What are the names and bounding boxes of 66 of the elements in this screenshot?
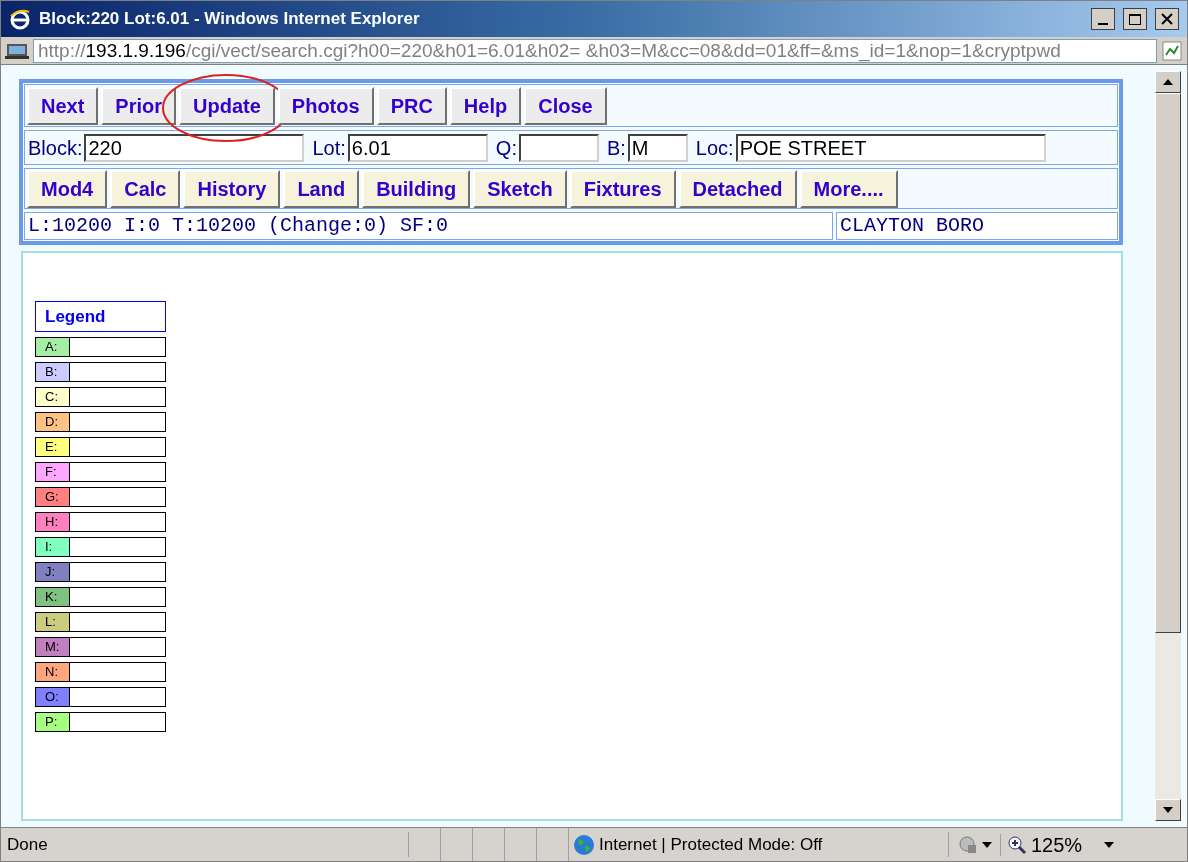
- module-button[interactable]: History: [183, 169, 281, 208]
- nav-button[interactable]: Help: [449, 86, 522, 125]
- module-button[interactable]: More....: [799, 169, 898, 208]
- legend-swatch: C:: [36, 388, 70, 406]
- legend-swatch: N:: [36, 663, 70, 681]
- field-label: Lot:: [312, 135, 346, 161]
- module-button[interactable]: Sketch: [473, 169, 567, 208]
- module-button[interactable]: Building: [362, 169, 471, 208]
- globe-icon: [573, 833, 595, 856]
- nav-button[interactable]: Update: [179, 86, 275, 125]
- legend-swatch: A:: [36, 338, 70, 356]
- caret-icon[interactable]: [1104, 841, 1115, 848]
- legend-swatch: P:: [36, 713, 70, 731]
- module-button[interactable]: Detached: [678, 169, 797, 208]
- legend-swatch: E:: [36, 438, 70, 456]
- status-text: Done: [1, 831, 409, 858]
- legend-swatch: I:: [36, 538, 70, 556]
- nav-button[interactable]: PRC: [376, 86, 447, 125]
- field-label: Q:: [495, 135, 517, 161]
- legend-swatch: B:: [36, 363, 70, 381]
- legend-swatch: J:: [36, 563, 70, 581]
- legend-swatch: K:: [36, 588, 70, 606]
- close-icon: [1161, 13, 1173, 25]
- nav-button[interactable]: Photos: [277, 86, 374, 125]
- text-field[interactable]: 220: [84, 133, 305, 162]
- legend-title: Legend: [35, 301, 166, 332]
- nav-button[interactable]: Next: [27, 86, 99, 125]
- security-zone-text: Internet | Protected Mode: Off: [599, 833, 823, 856]
- legend-swatch: F:: [36, 463, 70, 481]
- field-label: Block:: [28, 135, 83, 161]
- module-button[interactable]: Mod4: [27, 169, 108, 208]
- scroll-down-button[interactable]: [1155, 799, 1181, 821]
- text-field[interactable]: [518, 133, 599, 162]
- text-field[interactable]: POE STREET: [735, 133, 1046, 162]
- browser-logo-icon: [9, 8, 31, 30]
- maximize-button[interactable]: [1123, 8, 1147, 30]
- field-label: B:: [606, 135, 626, 161]
- up-arrow-icon: [1163, 79, 1173, 85]
- vertical-scrollbar[interactable]: [1155, 71, 1181, 821]
- zoom-icon[interactable]: [1007, 834, 1027, 855]
- zoom-level-text: 125%: [1031, 832, 1083, 858]
- legend-swatch: G:: [36, 488, 70, 506]
- legend-swatch: H:: [36, 513, 70, 531]
- module-button[interactable]: Land: [283, 169, 360, 208]
- legend-swatch: L:: [36, 613, 70, 631]
- municipality-text: CLAYTON BORO: [836, 212, 1118, 240]
- nav-button[interactable]: Close: [524, 86, 607, 125]
- legend-swatch: D:: [36, 413, 70, 431]
- text-field[interactable]: 6.01: [347, 133, 488, 162]
- module-button[interactable]: Fixtures: [569, 169, 676, 208]
- legend-swatch: M:: [36, 638, 70, 656]
- close-button[interactable]: [1155, 8, 1179, 30]
- scroll-up-button[interactable]: [1155, 71, 1181, 93]
- text-field[interactable]: M: [627, 133, 688, 162]
- legend-swatch: O:: [36, 688, 70, 706]
- minimize-button[interactable]: [1091, 8, 1115, 30]
- summary-text: L:10200 I:0 T:10200 (Change:0) SF:0: [24, 212, 833, 240]
- nav-button[interactable]: Prior: [101, 86, 177, 125]
- scroll-thumb[interactable]: [1155, 93, 1181, 633]
- module-button[interactable]: Calc: [110, 169, 181, 208]
- address-field[interactable]: http://193.1.9.196/cgi/vect/search.cgi?h00=220&h01=6.01&h02= &h03=M&cc=08&dd=01&ff=&ms_id=1&nop=1&cryptpwd: [33, 38, 1157, 63]
- compatibility-icon[interactable]: [1161, 39, 1183, 62]
- window-title: Block:220 Lot:6.01 - Windows Internet Explorer: [39, 8, 421, 31]
- field-label: Loc:: [695, 135, 734, 161]
- down-arrow-icon: [1163, 807, 1173, 813]
- caret-icon[interactable]: [982, 841, 992, 848]
